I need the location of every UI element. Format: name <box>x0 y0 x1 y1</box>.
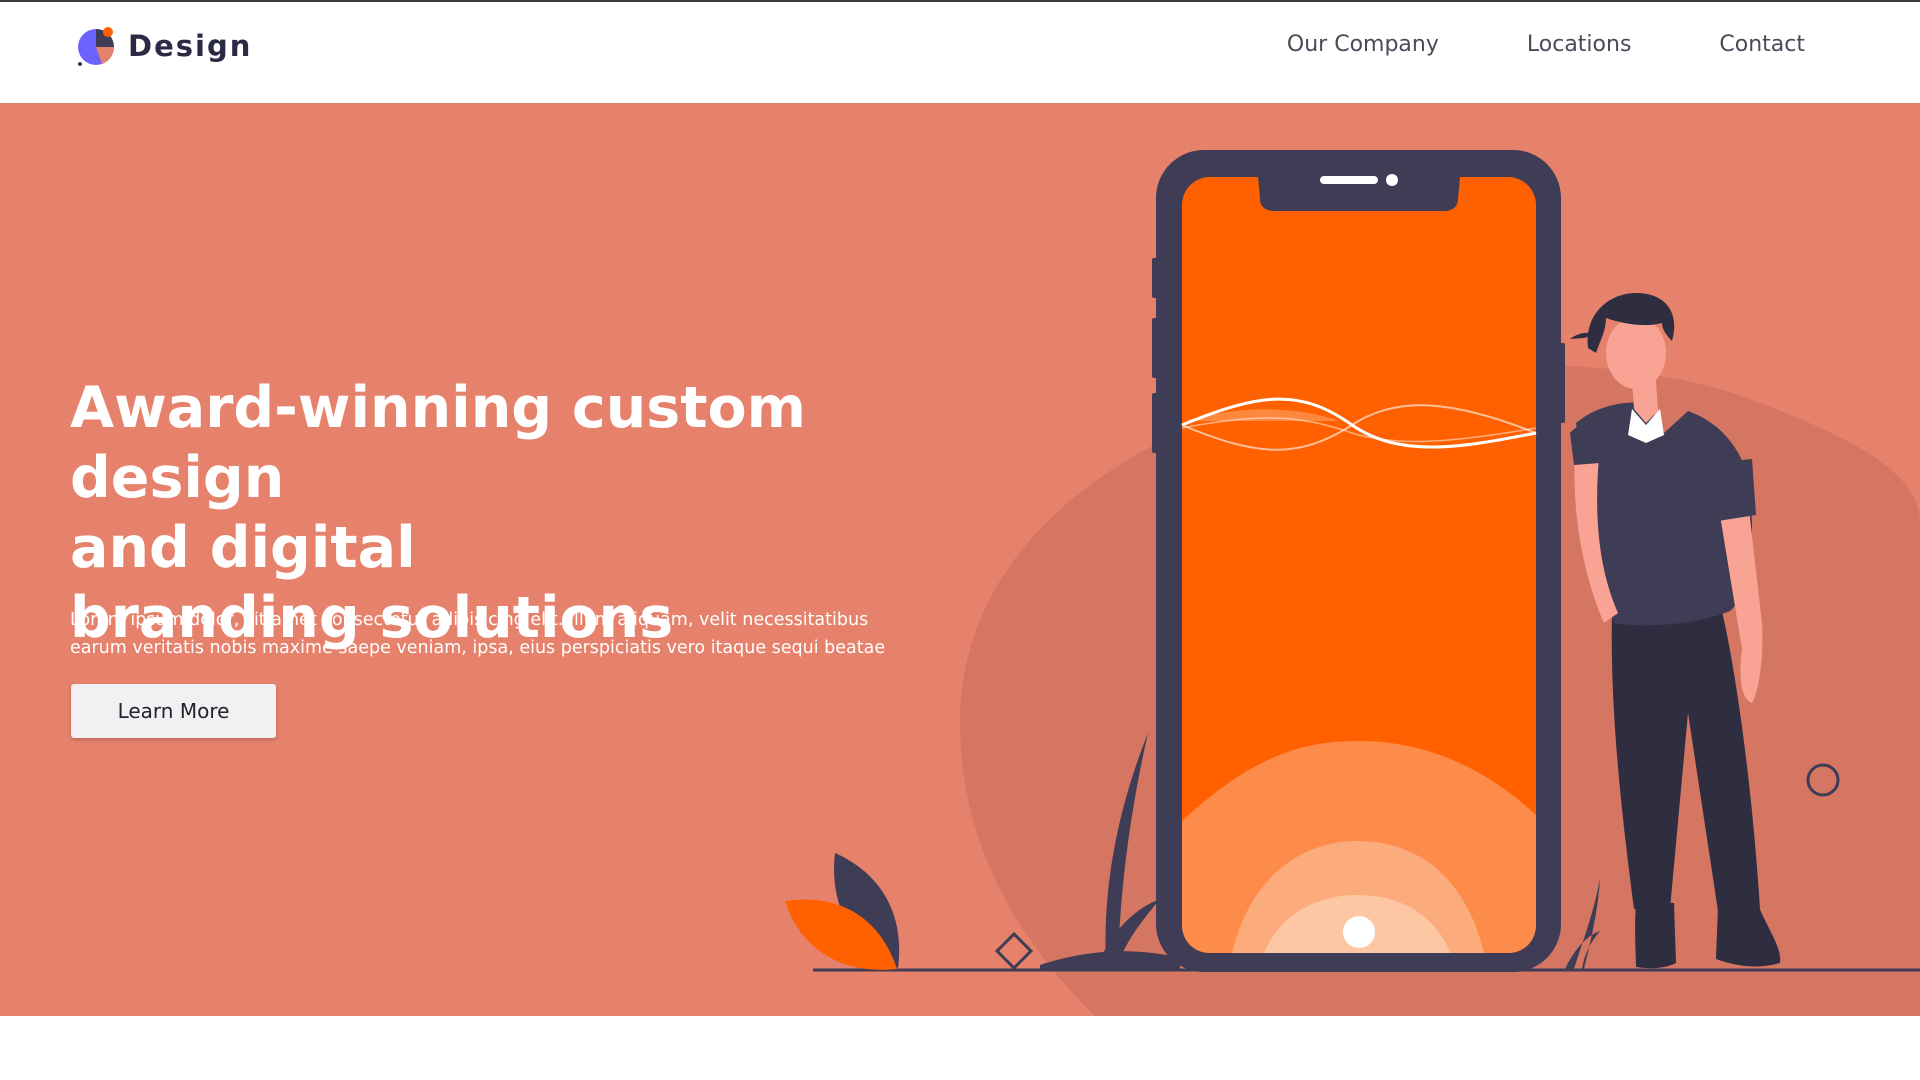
phone-illustration <box>1152 150 1565 972</box>
headline-line: Award-winning custom design <box>70 375 807 511</box>
hero-description: Lorem ipsum dolor, sit amet consectetur … <box>70 606 920 662</box>
description-line: earum veritatis nobis maxime saepe venia… <box>70 638 886 658</box>
nav-locations[interactable]: Locations <box>1527 32 1632 57</box>
main-nav: Our Company Locations Contact <box>1287 32 1805 57</box>
nav-contact[interactable]: Contact <box>1719 32 1805 57</box>
brand-name: Design <box>128 29 253 63</box>
diamond-outline-icon <box>994 931 1034 971</box>
description-line: Lorem ipsum dolor, sit amet consectetur … <box>70 610 869 630</box>
leaf-icon <box>785 853 900 970</box>
learn-more-button[interactable]: Learn More <box>71 684 276 738</box>
nav-our-company[interactable]: Our Company <box>1287 32 1439 57</box>
brand-logo[interactable]: Design <box>72 20 252 72</box>
page-footer-area <box>0 1016 1920 1080</box>
site-header: Design Our Company Locations Contact <box>0 2 1920 103</box>
logo-mark-icon <box>78 27 115 66</box>
headline-line: and digital <box>70 515 416 581</box>
hero-section: Award-winning custom design and digital … <box>0 103 1920 1016</box>
